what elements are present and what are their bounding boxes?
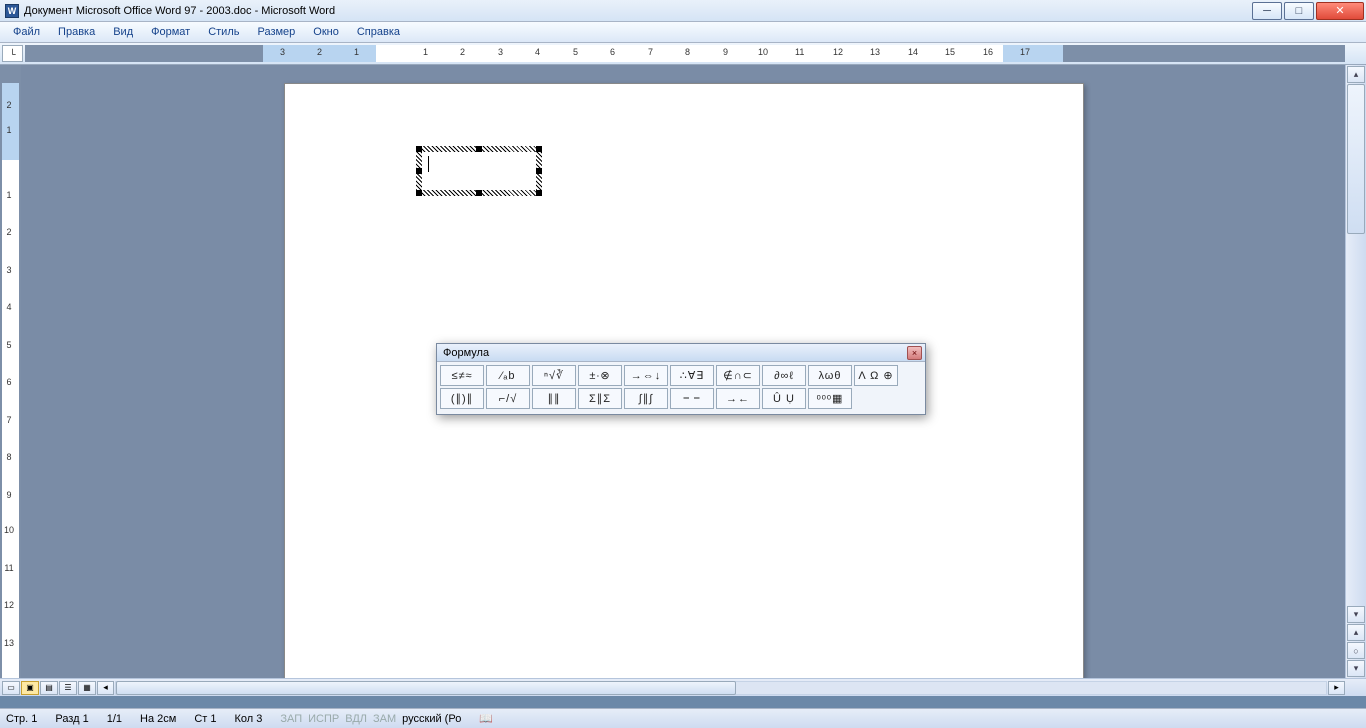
tab-selector[interactable]: └ <box>2 45 23 62</box>
status-trk[interactable]: ИСПР <box>308 713 339 725</box>
menu-Вид[interactable]: Вид <box>104 24 142 40</box>
formula-btn-r2-0[interactable]: (∥)∥ <box>440 388 484 409</box>
formula-btn-r2-4[interactable]: ∫∥∫ <box>624 388 668 409</box>
formula-btn-r1-6[interactable]: ∉∩⊂ <box>716 365 760 386</box>
status-at[interactable]: На 2см <box>140 713 176 725</box>
formula-toolbar-window[interactable]: Формула × ≤≠≈⁄ₐbⁿ√∛±∙⊗→⇔↓∴∀∃∉∩⊂∂∞ℓλωθΛ Ω… <box>436 343 926 415</box>
formula-btn-r1-2[interactable]: ⁿ√∛ <box>532 365 576 386</box>
view-web[interactable]: ▤ <box>40 681 58 695</box>
next-page-button[interactable]: ▾ <box>1347 660 1365 677</box>
menu-bar: ФайлПравкаВидФорматСтильРазмерОкноСправк… <box>0 22 1366 43</box>
scroll-down-button[interactable]: ▾ <box>1347 606 1365 623</box>
status-col[interactable]: Кол 3 <box>234 713 262 725</box>
status-language[interactable]: русский (Ро <box>402 713 461 725</box>
window-controls: ─ □ ✕ <box>1252 2 1366 20</box>
status-ext[interactable]: ВДЛ <box>345 713 367 725</box>
formula-btn-r1-1[interactable]: ⁄ₐb <box>486 365 530 386</box>
status-bar: Стр. 1 Разд 1 1/1 На 2см Ст 1 Кол 3 ЗАП … <box>0 708 1366 728</box>
formula-btn-r1-4[interactable]: →⇔↓ <box>624 365 668 386</box>
formula-title-text: Формула <box>443 347 489 359</box>
formula-btn-r2-8[interactable]: ᵒᵒᵒ▦ <box>808 388 852 409</box>
hscroll-thumb[interactable] <box>116 681 736 695</box>
scroll-right-button[interactable]: ▸ <box>1328 681 1345 695</box>
maximize-button[interactable]: □ <box>1284 2 1314 20</box>
status-rec[interactable]: ЗАП <box>280 713 302 725</box>
view-outline[interactable]: ☰ <box>59 681 77 695</box>
menu-Справка[interactable]: Справка <box>348 24 409 40</box>
menu-Стиль[interactable]: Стиль <box>199 24 248 40</box>
formula-body: ≤≠≈⁄ₐbⁿ√∛±∙⊗→⇔↓∴∀∃∉∩⊂∂∞ℓλωθΛ Ω ⊕ (∥)∥⌐/√… <box>437 362 925 414</box>
menu-Правка[interactable]: Правка <box>49 24 104 40</box>
horizontal-ruler-bar: └ 3211234567891011121314151617 <box>0 43 1366 65</box>
menu-Формат[interactable]: Формат <box>142 24 199 40</box>
view-print-layout[interactable]: ▣ <box>21 681 39 695</box>
status-book-icon[interactable]: 📖 <box>479 712 493 725</box>
scroll-left-button[interactable]: ◂ <box>97 681 114 695</box>
status-ovr[interactable]: ЗАМ <box>373 713 396 725</box>
formula-title-bar[interactable]: Формула × <box>437 344 925 362</box>
horizontal-ruler[interactable]: 3211234567891011121314151617 <box>25 45 1345 62</box>
formula-btn-r2-3[interactable]: Σ∥Σ <box>578 388 622 409</box>
status-pages[interactable]: 1/1 <box>107 713 122 725</box>
scroll-thumb[interactable] <box>1347 84 1365 234</box>
hscroll-track[interactable] <box>115 681 1327 695</box>
minimize-button[interactable]: ─ <box>1252 2 1282 20</box>
close-button[interactable]: ✕ <box>1316 2 1364 20</box>
formula-btn-r2-5[interactable]: ⎯ ⎯ <box>670 388 714 409</box>
prev-page-button[interactable]: ▴ <box>1347 624 1365 641</box>
horizontal-scrollbar-row: ▭ ▣ ▤ ☰ ▦ ◂ ▸ <box>0 678 1366 696</box>
formula-btn-r2-1[interactable]: ⌐/√ <box>486 388 530 409</box>
app-icon: W <box>5 4 19 18</box>
window-title: Документ Microsoft Office Word 97 - 2003… <box>24 5 335 17</box>
equation-object[interactable] <box>422 152 536 190</box>
menu-Окно[interactable]: Окно <box>304 24 348 40</box>
status-page[interactable]: Стр. 1 <box>6 713 37 725</box>
menu-Файл[interactable]: Файл <box>4 24 49 40</box>
formula-btn-r1-8[interactable]: λωθ <box>808 365 852 386</box>
status-section[interactable]: Разд 1 <box>55 713 88 725</box>
formula-btn-r1-7[interactable]: ∂∞ℓ <box>762 365 806 386</box>
view-normal[interactable]: ▭ <box>2 681 20 695</box>
text-cursor <box>428 156 429 172</box>
vertical-scrollbar[interactable]: ▴ ▾ ▴ ○ ▾ <box>1345 65 1366 678</box>
menu-Размер[interactable]: Размер <box>248 24 304 40</box>
formula-btn-r1-9[interactable]: Λ Ω ⊕ <box>854 365 898 386</box>
formula-btn-r2-7[interactable]: Û Ụ <box>762 388 806 409</box>
formula-btn-r1-3[interactable]: ±∙⊗ <box>578 365 622 386</box>
formula-btn-r1-5[interactable]: ∴∀∃ <box>670 365 714 386</box>
view-reading[interactable]: ▦ <box>78 681 96 695</box>
browse-object-button[interactable]: ○ <box>1347 642 1365 659</box>
formula-close-button[interactable]: × <box>907 346 922 360</box>
status-line[interactable]: Ст 1 <box>194 713 216 725</box>
title-bar: W Документ Microsoft Office Word 97 - 20… <box>0 0 1366 22</box>
formula-btn-r2-2[interactable]: ∥∥ <box>532 388 576 409</box>
formula-btn-r2-6[interactable]: →← <box>716 388 760 409</box>
scroll-up-button[interactable]: ▴ <box>1347 66 1365 83</box>
vertical-ruler[interactable]: 2112345678910111213 <box>0 65 21 678</box>
view-buttons: ▭ ▣ ▤ ☰ ▦ <box>2 681 97 695</box>
formula-btn-r1-0[interactable]: ≤≠≈ <box>440 365 484 386</box>
